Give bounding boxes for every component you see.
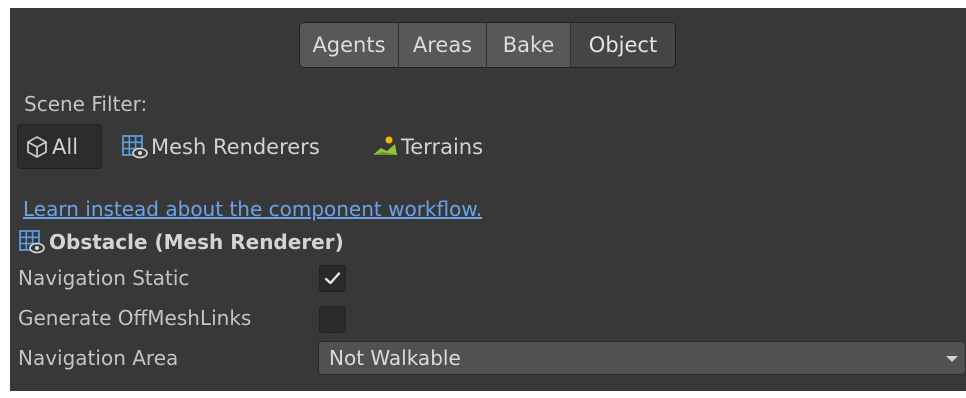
navigation-panel: Agents Areas Bake Object Scene Filter: A… — [10, 8, 966, 391]
navigation-area-value: Not Walkable — [329, 346, 461, 370]
scene-filter-label: Scene Filter: — [24, 92, 148, 116]
tab-bar: Agents Areas Bake Object — [299, 22, 676, 68]
navigation-static-checkbox[interactable] — [319, 265, 346, 292]
object-title: Obstacle (Mesh Renderer) — [49, 230, 344, 254]
cube-icon — [27, 135, 47, 158]
filter-terrains-button[interactable]: Terrains — [371, 124, 483, 169]
component-workflow-link[interactable]: Learn instead about the component workfl… — [23, 197, 482, 221]
navigation-area-dropdown[interactable]: Not Walkable — [318, 341, 966, 375]
navigation-static-label: Navigation Static — [18, 266, 190, 290]
generate-offmeshlinks-label: Generate OffMeshLinks — [18, 306, 252, 330]
checkmark-icon — [324, 272, 341, 285]
filter-all-button[interactable]: All — [17, 124, 102, 169]
dropdown-arrow-icon — [946, 356, 958, 362]
generate-offmeshlinks-checkbox[interactable] — [319, 306, 346, 333]
tab-object[interactable]: Object — [571, 23, 675, 67]
object-header: Obstacle (Mesh Renderer) — [18, 227, 344, 257]
filter-mesh-renderers-label: Mesh Renderers — [151, 134, 320, 159]
filter-terrains-label: Terrains — [401, 134, 484, 159]
filter-all-label: All — [52, 134, 79, 159]
navigation-area-label: Navigation Area — [18, 346, 179, 370]
mesh-renderer-icon — [19, 230, 45, 254]
tab-areas[interactable]: Areas — [399, 23, 487, 67]
filter-mesh-renderers-button[interactable]: Mesh Renderers — [121, 124, 320, 169]
tab-agents[interactable]: Agents — [300, 23, 399, 67]
tab-bake[interactable]: Bake — [487, 23, 571, 67]
terrain-icon — [373, 136, 397, 155]
mesh-renderer-icon — [122, 134, 148, 158]
